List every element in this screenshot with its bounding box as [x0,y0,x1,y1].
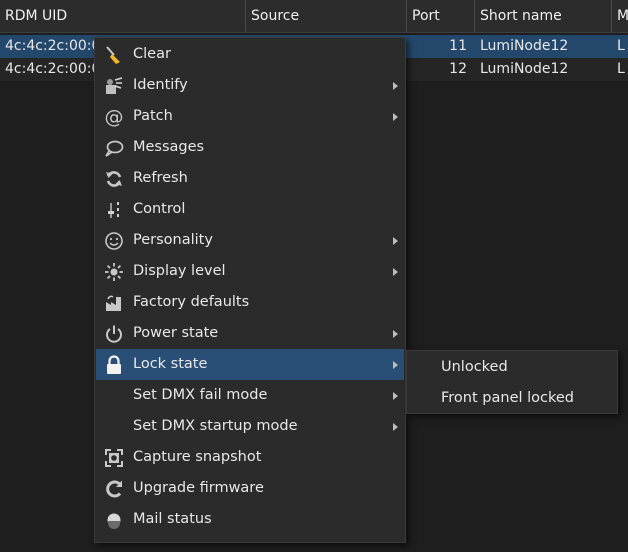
menu-item-label: Lock state [133,356,208,372]
submenu-item-label: Unlocked [441,359,508,375]
submenu-arrow-icon [393,237,398,245]
menu-item-label: Display level [133,263,226,279]
submenu-arrow-icon [393,423,398,431]
cell-m: L [617,38,625,54]
menu-item-mail-status[interactable]: Mail status [96,504,404,535]
brightness-icon [102,260,126,284]
menu-item-display-level[interactable]: Display level [96,256,404,287]
menu-item-factory-defaults[interactable]: Factory defaults [96,287,404,318]
column-header-source[interactable]: Source [246,0,407,32]
column-header-rdm-uid[interactable]: RDM UID [0,0,246,32]
menu-item-control[interactable]: Control [96,194,404,225]
menu-item-label: Refresh [133,170,188,186]
control-icon [102,198,126,222]
menu-item-capture-snapshot[interactable]: Capture snapshot [96,442,404,473]
menu-item-label: Power state [133,325,219,341]
menu-item-label: Upgrade firmware [133,480,264,496]
menu-item-personality[interactable]: Personality [96,225,404,256]
power-icon [102,322,126,346]
cell-m: L [617,61,625,77]
menu-item-label: Set DMX fail mode [133,387,268,403]
menu-item-label: Mail status [133,511,212,527]
refresh-icon [102,167,126,191]
submenu-arrow-icon [393,82,398,90]
lock-state-submenu: Unlocked Front panel locked [406,350,618,414]
cell-short-name: LumiNode12 [480,61,569,77]
speech-bubble-icon [102,136,126,160]
menu-item-label: Identify [133,77,188,93]
menu-item-set-dmx-startup-mode[interactable]: Set DMX startup mode [96,411,404,442]
submenu-item-unlocked[interactable]: Unlocked [408,352,616,383]
lock-icon [102,353,126,377]
cell-port: 11 [449,38,467,54]
menu-item-power-state[interactable]: Power state [96,318,404,349]
menu-item-label: Set DMX startup mode [133,418,298,434]
menu-item-patch[interactable]: @ Patch [96,101,404,132]
submenu-arrow-icon [393,268,398,276]
factory-icon [102,291,126,315]
cell-short-name: LumiNode12 [480,38,569,54]
at-sign-icon: @ [104,106,124,128]
submenu-item-label: Front panel locked [441,390,574,406]
menu-item-set-dmx-fail-mode[interactable]: Set DMX fail mode [96,380,404,411]
column-header-m[interactable]: M [612,0,628,32]
menu-item-lock-state[interactable]: Lock state [96,349,404,380]
menu-item-label: Control [133,201,186,217]
menu-item-label: Patch [133,108,173,124]
identify-icon [102,74,126,98]
mail-status-icon [102,508,126,532]
column-header-port[interactable]: Port [407,0,475,32]
broom-icon [102,43,126,67]
menu-item-refresh[interactable]: Refresh [96,163,404,194]
menu-item-messages[interactable]: Messages [96,132,404,163]
menu-item-upgrade-firmware[interactable]: Upgrade firmware [96,473,404,504]
menu-item-clear[interactable]: Clear [96,39,404,70]
submenu-arrow-icon [393,361,398,369]
smiley-icon [102,229,126,253]
menu-item-label: Clear [133,46,171,62]
submenu-arrow-icon [393,113,398,121]
menu-item-label: Personality [133,232,213,248]
menu-item-label: Factory defaults [133,294,250,310]
menu-item-label: Messages [133,139,205,155]
cell-port: 12 [449,61,467,77]
menu-item-label: Capture snapshot [133,449,262,465]
context-menu: Clear Identify @ Patch Messages Refresh … [94,37,406,543]
column-header-short-name[interactable]: Short name [475,0,612,32]
submenu-item-front-panel-locked[interactable]: Front panel locked [408,383,616,414]
menu-item-identify[interactable]: Identify [96,70,404,101]
submenu-arrow-icon [393,392,398,400]
capture-icon [102,446,126,470]
submenu-arrow-icon [393,330,398,338]
upgrade-icon [102,477,126,501]
table-header: RDM UID Source Port Short name M [0,0,628,33]
